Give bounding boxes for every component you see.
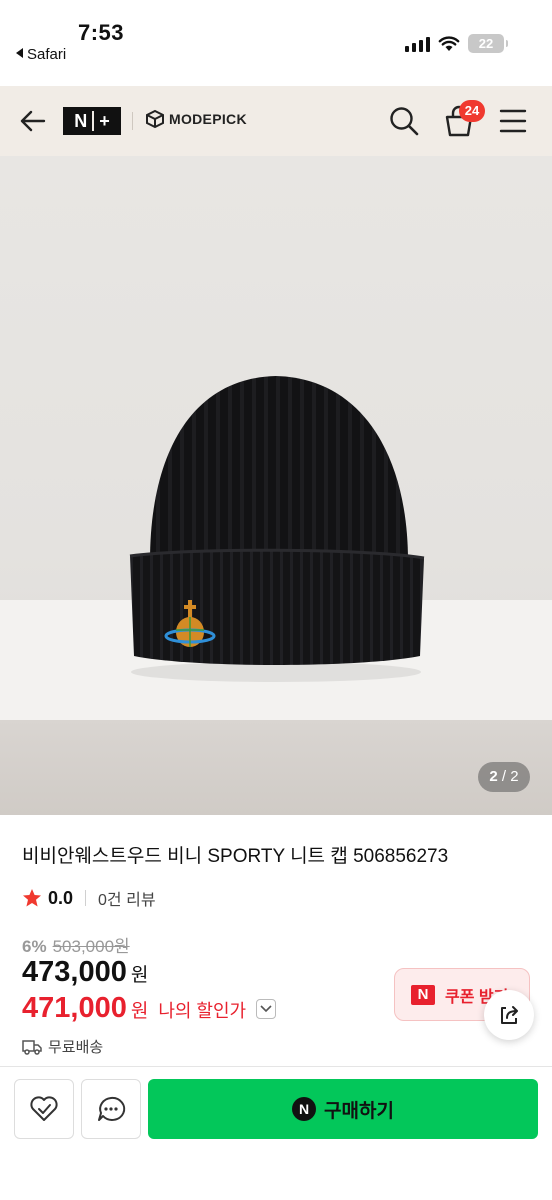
battery-icon: 22 xyxy=(468,34,508,53)
header-divider xyxy=(132,112,133,130)
back-to-app-link[interactable]: Safari xyxy=(16,46,66,63)
my-discount-price: 471,000 xyxy=(22,992,127,1024)
image-counter-total: 2 xyxy=(510,768,519,785)
my-price-row: 471,000 원 나의 할인가 xyxy=(22,992,277,1025)
modepick-cube-icon xyxy=(146,109,164,129)
heart-check-icon xyxy=(30,1096,58,1121)
search-icon[interactable] xyxy=(388,105,420,137)
naver-n-icon: N xyxy=(411,984,435,1005)
naver-pay-n-icon: N xyxy=(292,1097,317,1121)
nplus-logo[interactable]: N + xyxy=(63,107,121,135)
modepick-brand: MODEPICK xyxy=(169,111,247,127)
image-counter: 2 / 2 xyxy=(478,762,530,792)
wishlist-button[interactable] xyxy=(14,1079,74,1139)
app-header: N + MODEPICK 24 xyxy=(0,86,552,156)
cellular-signal-icon xyxy=(405,36,430,52)
wifi-icon xyxy=(438,35,460,51)
shipping-label: 무료배송 xyxy=(48,1039,104,1056)
shipping-row: 무료배송 xyxy=(22,1036,103,1057)
back-app-label: Safari xyxy=(27,46,67,63)
discount-rate: 6% xyxy=(22,937,47,956)
bottom-action-bar: N 구매하기 xyxy=(0,1066,552,1200)
product-image[interactable]: 2 / 2 xyxy=(0,156,552,815)
status-bar: 7:53 Safari 22 xyxy=(0,0,552,86)
star-icon xyxy=(23,889,41,907)
menu-icon[interactable] xyxy=(499,108,527,134)
buy-button-label: 구매하기 xyxy=(324,1100,394,1122)
status-indicators: 22 xyxy=(405,34,508,53)
share-icon xyxy=(501,1006,518,1024)
product-title: 비비안웨스트우드 비니 SPORTY 니트 캡 506856273 xyxy=(22,846,449,867)
truck-icon xyxy=(22,1039,42,1055)
back-arrow-icon[interactable] xyxy=(18,106,48,136)
status-time: 7:53 xyxy=(78,20,125,45)
chat-bubble-icon xyxy=(98,1096,126,1121)
beanie-illustration xyxy=(129,376,425,682)
nplus-logo-plus: + xyxy=(99,110,110,131)
my-discount-price-unit: 원 xyxy=(130,1001,149,1022)
rating-divider xyxy=(85,890,87,906)
sale-price: 473,000 xyxy=(22,956,127,988)
chevron-down-icon[interactable] xyxy=(256,998,277,1019)
nplus-logo-n: N xyxy=(74,110,88,131)
back-triangle-icon xyxy=(16,48,23,58)
share-button[interactable] xyxy=(484,990,534,1040)
rating-value: 0.0 xyxy=(48,887,74,908)
modepick-logo[interactable]: MODEPICK xyxy=(145,109,247,129)
cart-count-badge: 24 xyxy=(459,100,485,122)
my-discount-label: 나의 할인가 xyxy=(158,1001,247,1021)
price-row: 473,000 원 xyxy=(22,956,148,989)
chat-button[interactable] xyxy=(81,1079,141,1139)
buy-button[interactable]: N 구매하기 xyxy=(148,1079,538,1139)
rating-row[interactable]: 0.0 0건 리뷰 xyxy=(22,886,156,910)
discount-row: 6% 503,000원 xyxy=(22,932,130,957)
sale-price-unit: 원 xyxy=(130,965,149,986)
image-counter-current: 2 xyxy=(489,768,498,785)
original-price: 503,000원 xyxy=(52,937,130,956)
review-count[interactable]: 0건 리뷰 xyxy=(98,886,156,910)
